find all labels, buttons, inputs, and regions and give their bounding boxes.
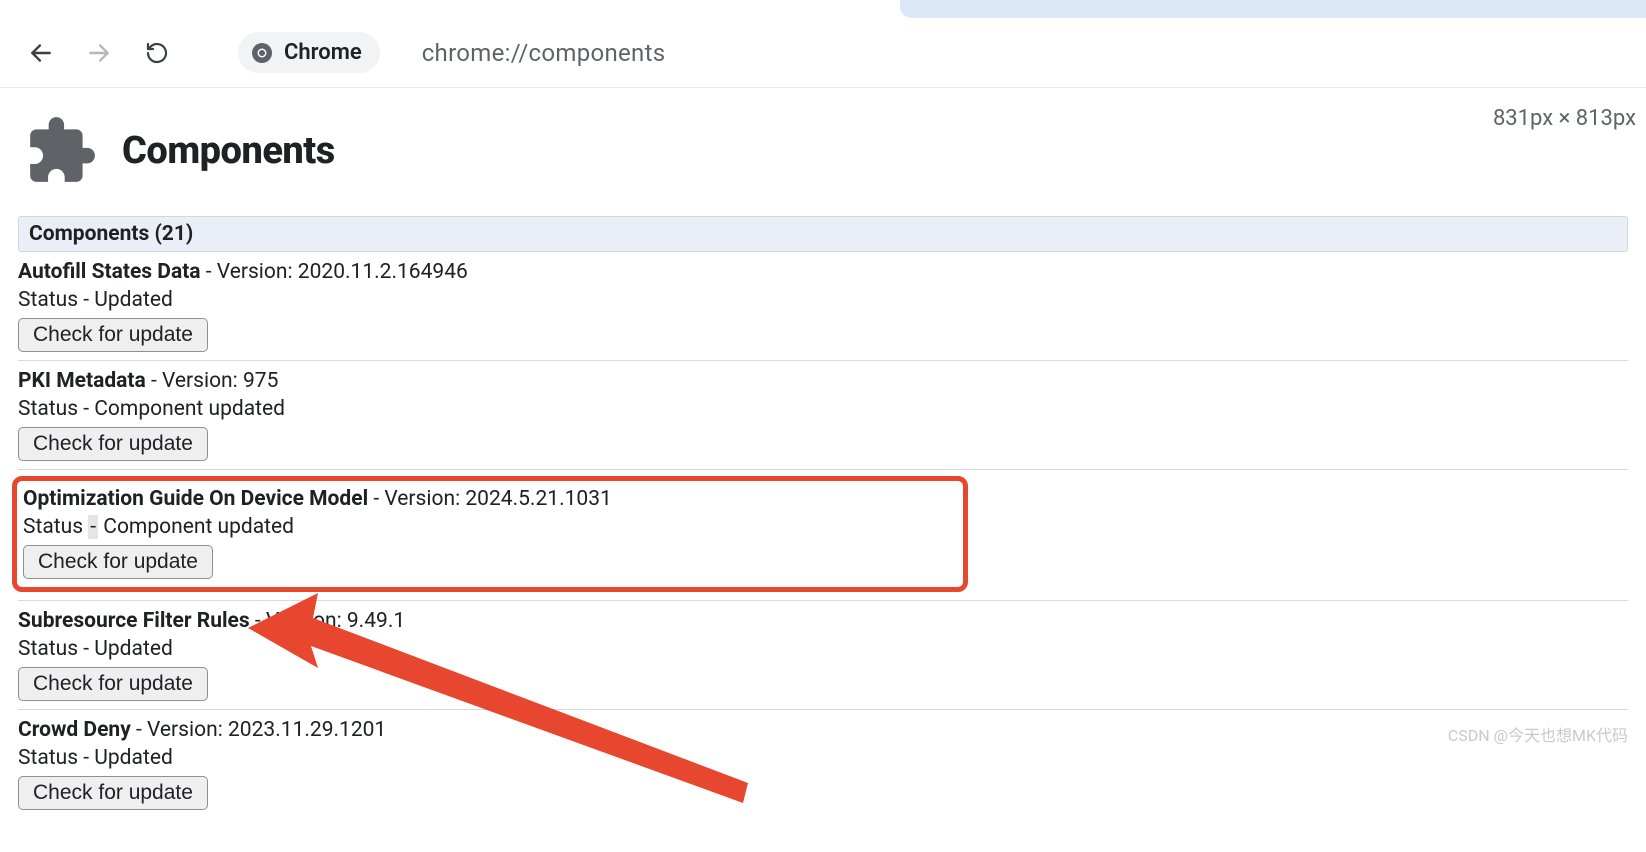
- component-row: Subresource Filter Rules - Version: 9.49…: [18, 601, 1628, 710]
- component-version: 975: [243, 369, 278, 393]
- component-title-line: PKI Metadata - Version: 975: [18, 367, 1628, 395]
- component-title-line: Optimization Guide On Device Model - Ver…: [23, 485, 957, 513]
- component-name: Autofill States Data: [18, 260, 201, 284]
- check-for-update-button[interactable]: Check for update: [18, 427, 208, 461]
- component-version: 2024.5.21.1031: [465, 487, 611, 511]
- back-button[interactable]: [24, 36, 58, 70]
- component-status: Status - Component updated: [23, 513, 957, 545]
- component-status: Status - Updated: [18, 744, 1628, 776]
- component-row: Autofill States Data - Version: 2020.11.…: [18, 252, 1628, 361]
- tab-strip: [0, 0, 1646, 18]
- component-status: Status - Updated: [18, 635, 1628, 667]
- puzzle-icon: [24, 114, 98, 188]
- component-title-line: Crowd Deny - Version: 2023.11.29.1201: [18, 716, 1628, 744]
- component-version: 9.49.1: [347, 609, 405, 633]
- version-label: Version:: [217, 260, 298, 284]
- address-chip[interactable]: Chrome: [238, 32, 380, 73]
- page-title: Components: [122, 129, 335, 173]
- version-label: Version:: [266, 609, 347, 633]
- chrome-icon: [250, 41, 274, 65]
- component-status: Status - Component updated: [18, 395, 1628, 427]
- component-title-line: Autofill States Data - Version: 2020.11.…: [18, 258, 1628, 286]
- watermark: CSDN @今天也想MK代码: [1448, 722, 1628, 746]
- check-for-update-button[interactable]: Check for update: [18, 776, 208, 810]
- check-for-update-button[interactable]: Check for update: [18, 667, 208, 701]
- reload-button[interactable]: [140, 36, 174, 70]
- check-for-update-button[interactable]: Check for update: [23, 545, 213, 579]
- component-name: Optimization Guide On Device Model: [23, 487, 368, 511]
- section-header: Components (21): [18, 216, 1628, 252]
- component-name: Subresource Filter Rules: [18, 609, 250, 633]
- component-version: 2023.11.29.1201: [228, 718, 386, 742]
- check-for-update-button[interactable]: Check for update: [18, 318, 208, 352]
- component-version: 2020.11.2.164946: [298, 260, 468, 284]
- forward-button[interactable]: [82, 36, 116, 70]
- version-label: Version:: [384, 487, 465, 511]
- version-label: Version:: [162, 369, 243, 393]
- version-label: Version:: [147, 718, 228, 742]
- chip-label: Chrome: [284, 40, 362, 65]
- component-title-line: Subresource Filter Rules - Version: 9.49…: [18, 607, 1628, 635]
- page-header: Components: [18, 104, 1628, 216]
- component-status: Status - Updated: [18, 286, 1628, 318]
- component-name: PKI Metadata: [18, 369, 146, 393]
- dimension-info: 831px × 813px: [1493, 106, 1636, 131]
- component-row: PKI Metadata - Version: 975Status - Comp…: [18, 361, 1628, 470]
- url-text[interactable]: chrome://components: [422, 39, 666, 67]
- component-row: Crowd Deny - Version: 2023.11.29.1201Sta…: [18, 710, 1628, 818]
- browser-toolbar: Chrome chrome://components: [0, 18, 1646, 88]
- component-name: Crowd Deny: [18, 718, 131, 742]
- component-row: Optimization Guide On Device Model - Ver…: [18, 470, 1628, 601]
